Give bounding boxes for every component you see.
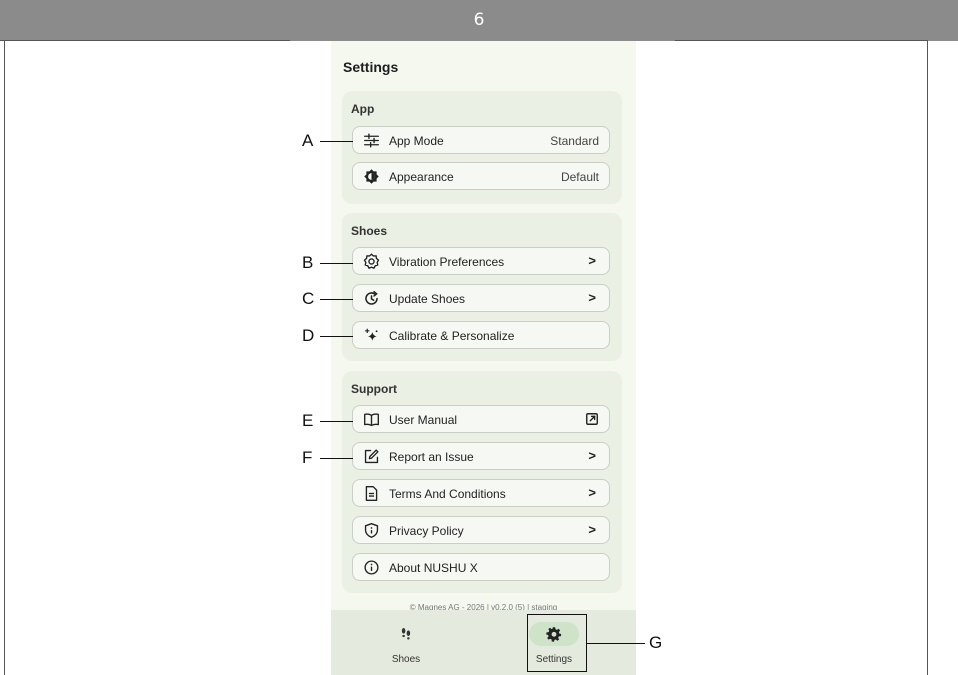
section-support: Support User Manual Report an Issue > Te…: [342, 371, 622, 593]
row-label: Update Shoes: [389, 292, 466, 306]
page-title: Settings: [343, 59, 399, 75]
row-privacy-policy[interactable]: Privacy Policy >: [352, 516, 610, 544]
callout-line: [320, 336, 353, 337]
nav-item-shoes[interactable]: Shoes: [361, 610, 451, 675]
header-rule-right: [675, 40, 927, 41]
page-border-right: [927, 40, 928, 675]
callout-highlight-box: [527, 614, 587, 672]
page-border-left: [4, 40, 5, 675]
row-vibration-preferences[interactable]: Vibration Preferences >: [352, 247, 610, 275]
document-header-bar: 6: [0, 0, 958, 41]
callout-label: C: [302, 289, 315, 308]
sparkle-icon: [363, 327, 380, 344]
chevron-right-icon: >: [588, 485, 596, 500]
appearance-icon: [363, 168, 380, 185]
callout-line: [320, 263, 353, 264]
update-icon: [363, 290, 380, 307]
row-value: Standard: [550, 134, 599, 148]
row-about[interactable]: About NUSHU X: [352, 553, 610, 581]
edit-icon: [363, 448, 380, 465]
callout-label: D: [302, 326, 315, 345]
row-label: Report an Issue: [389, 450, 474, 464]
callout-label: A: [302, 131, 314, 150]
callout-line: [320, 141, 353, 142]
section-title: Shoes: [351, 224, 388, 238]
callout-line: [320, 421, 353, 422]
header-rule-left: [0, 40, 290, 41]
footprints-icon: [381, 622, 431, 646]
row-label: Privacy Policy: [389, 524, 464, 538]
section-title: App: [351, 102, 375, 116]
nav-label: Shoes: [391, 654, 421, 665]
row-app-mode[interactable]: App Mode Standard: [352, 126, 610, 154]
copyright-text: © Magnes AG - 2026 | v0.2.0 (5) | stagin…: [409, 603, 558, 610]
row-value: Default: [560, 170, 599, 184]
callout-label: F: [302, 448, 313, 467]
vibration-icon: [363, 253, 380, 270]
callout-label: G: [649, 633, 663, 652]
book-icon: [363, 411, 380, 428]
external-link-icon: [585, 412, 599, 426]
callout-line: [320, 299, 353, 300]
callout-label: B: [302, 253, 314, 272]
section-shoes: Shoes Vibration Preferences > Update Sho…: [342, 213, 622, 361]
section-app: App App Mode Standard Appearance Default: [342, 91, 622, 204]
shield-icon: [363, 522, 380, 539]
chevron-right-icon: >: [588, 448, 596, 463]
row-update-shoes[interactable]: Update Shoes >: [352, 284, 610, 312]
row-label: App Mode: [389, 134, 444, 148]
callout-line: [320, 458, 353, 459]
sliders-icon: [363, 132, 380, 149]
row-terms-conditions[interactable]: Terms And Conditions >: [352, 479, 610, 507]
callout-label: E: [302, 411, 314, 430]
row-user-manual[interactable]: User Manual: [352, 405, 610, 433]
row-label: Appearance: [389, 170, 454, 184]
info-icon: [363, 559, 380, 576]
callout-line: [587, 643, 645, 644]
chevron-right-icon: >: [588, 253, 596, 268]
row-appearance[interactable]: Appearance Default: [352, 162, 610, 190]
chevron-right-icon: >: [588, 290, 596, 305]
row-label: Vibration Preferences: [389, 255, 505, 269]
row-label: Terms And Conditions: [389, 487, 506, 501]
settings-screen: Settings App App Mode Standard Appearanc…: [331, 41, 636, 675]
row-label: Calibrate & Personalize: [389, 329, 515, 343]
section-title: Support: [351, 382, 397, 396]
row-report-issue[interactable]: Report an Issue >: [352, 442, 610, 470]
chevron-right-icon: >: [588, 522, 596, 537]
row-label: User Manual: [389, 413, 458, 427]
document-icon: [363, 485, 380, 502]
page-number: 6: [473, 10, 485, 30]
row-label: About NUSHU X: [389, 561, 478, 575]
row-calibrate-personalize[interactable]: Calibrate & Personalize: [352, 321, 610, 349]
